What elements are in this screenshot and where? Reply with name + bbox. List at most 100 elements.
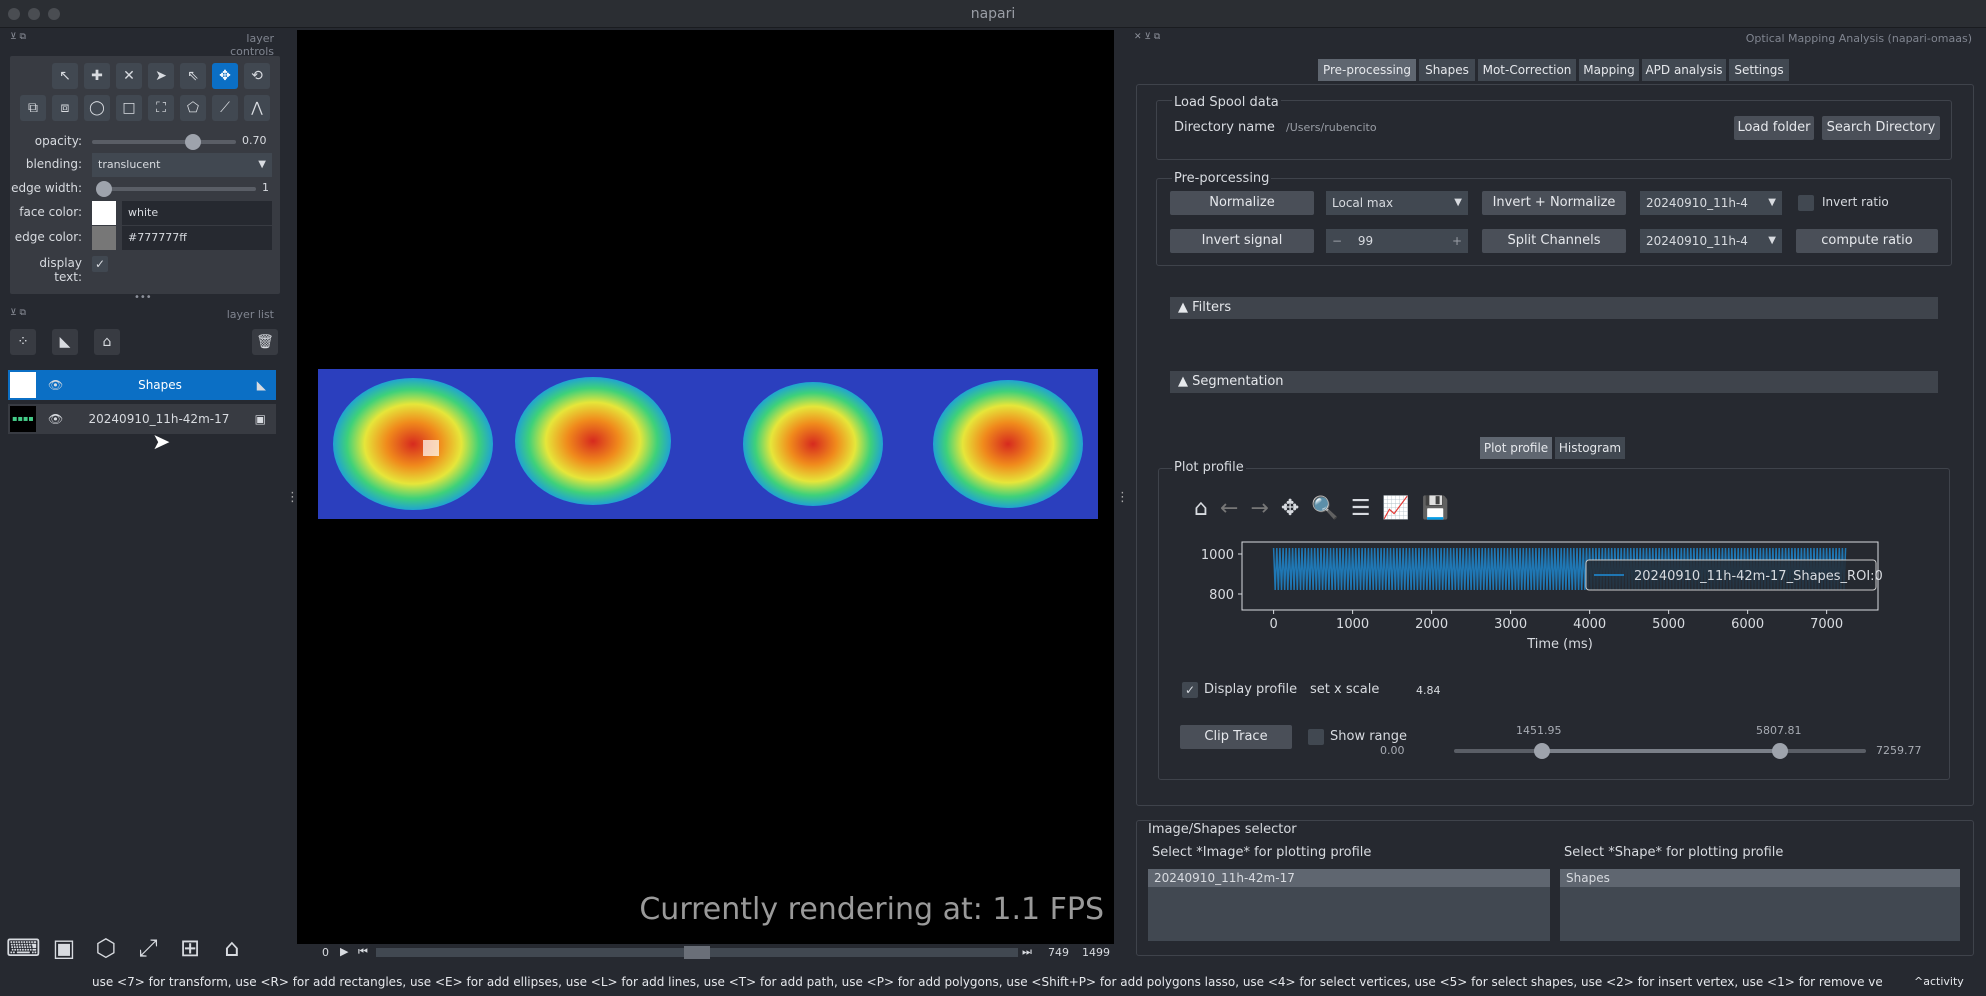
pan-icon[interactable]: ✥: [1281, 496, 1299, 521]
transpose-icon[interactable]: ⤢: [132, 934, 164, 962]
face-color-field[interactable]: white: [122, 201, 272, 225]
layer-row-shapes[interactable]: 👁 Shapes ◣: [8, 370, 276, 400]
image-list-item[interactable]: 20240910_11h-42m-17: [1148, 869, 1550, 887]
range-low-handle[interactable]: [1534, 743, 1550, 759]
move-front-icon[interactable]: ⧈: [52, 95, 78, 121]
display-text-checkbox[interactable]: ✓: [92, 256, 108, 272]
activity-button[interactable]: ^activity: [1914, 975, 1964, 988]
frame-slider-handle[interactable]: [684, 946, 710, 959]
tab-shapes[interactable]: Shapes: [1419, 59, 1475, 81]
search-directory-button[interactable]: Search Directory: [1822, 116, 1940, 140]
profile-chart[interactable]: 0 1000 2000 3000 4000 5000 6000 7000 800 1000 Time…: [1186, 536, 1926, 656]
normalize-button[interactable]: Normalize: [1170, 191, 1314, 215]
add-line-icon[interactable]: ⟋: [212, 95, 238, 121]
load-folder-button[interactable]: Load folder: [1734, 116, 1814, 140]
image-list[interactable]: 20240910_11h-42m-17: [1148, 869, 1550, 941]
opacity-slider-handle[interactable]: [184, 134, 201, 150]
grid-icon[interactable]: ⊞: [174, 934, 206, 962]
chevron-down-icon: ▼: [258, 159, 266, 170]
tab-histogram[interactable]: Histogram: [1555, 437, 1625, 459]
step-forward-icon[interactable]: ⏭: [1022, 945, 1032, 959]
new-labels-layer-icon[interactable]: ⌂: [94, 329, 120, 355]
shape-list-item[interactable]: Shapes: [1560, 869, 1960, 887]
tab-settings[interactable]: Settings: [1729, 59, 1789, 81]
filters-collapsible[interactable]: ▲ Filters: [1170, 297, 1938, 319]
invert-ratio-checkbox[interactable]: [1798, 195, 1814, 211]
clip-trace-button[interactable]: Clip Trace: [1180, 725, 1292, 749]
roll-dims-icon[interactable]: ⬡: [90, 934, 122, 962]
dock-float-icon[interactable]: ⊻ ⧉: [10, 32, 26, 42]
image-select-1[interactable]: 20240910_11h-4 ▼: [1640, 191, 1782, 215]
layer-list-float-icon[interactable]: ⊻ ⧉: [10, 308, 26, 318]
home-icon[interactable]: ⌂: [1194, 496, 1208, 521]
direct-select-icon[interactable]: ⇖: [180, 63, 206, 89]
plugin-dock-icons[interactable]: ✕ ⊻ ⧉: [1134, 32, 1160, 42]
roi-shape[interactable]: [423, 440, 439, 456]
show-range-checkbox[interactable]: [1308, 729, 1324, 745]
add-path-icon[interactable]: ⋀: [244, 95, 270, 121]
plot-tabs: Plot profile Histogram: [1480, 437, 1625, 459]
add-rectangle-icon[interactable]: □: [116, 95, 142, 121]
add-polygon-icon[interactable]: ⬠: [180, 95, 206, 121]
back-arrow-icon[interactable]: ←: [1220, 496, 1238, 521]
compute-ratio-button[interactable]: compute ratio: [1796, 229, 1938, 253]
blending-select[interactable]: translucent ▼: [92, 153, 272, 177]
polygon-lasso-icon[interactable]: ⛶: [148, 95, 174, 121]
insert-vertex-icon[interactable]: ✚: [84, 63, 110, 89]
tab-plot-profile[interactable]: Plot profile: [1480, 437, 1552, 459]
play-icon[interactable]: ▶: [340, 945, 348, 958]
tab-apd-analysis[interactable]: APD analysis: [1642, 59, 1726, 81]
face-color-swatch[interactable]: [92, 201, 116, 225]
display-profile-checkbox[interactable]: ✓: [1182, 682, 1198, 698]
viewer-canvas[interactable]: Currently rendering at: 1.1 FPS: [297, 30, 1114, 944]
2d-3d-toggle-icon[interactable]: ▣: [48, 934, 80, 962]
normalize-method-select[interactable]: Local max ▼: [1326, 191, 1468, 215]
directory-input[interactable]: /Users/rubencito: [1280, 116, 1726, 140]
segmentation-collapsible[interactable]: ▲ Segmentation: [1170, 371, 1938, 393]
splitter-handle[interactable]: •••: [134, 292, 152, 303]
split-channels-button[interactable]: Split Channels: [1482, 229, 1626, 253]
minus-icon[interactable]: −: [1332, 234, 1342, 248]
plus-icon[interactable]: +: [1452, 229, 1462, 253]
x-scale-input[interactable]: 4.84: [1410, 679, 1462, 703]
tab-mot-correction[interactable]: Mot-Correction: [1478, 59, 1576, 81]
range-high-handle[interactable]: [1772, 743, 1788, 759]
eye-icon[interactable]: 👁: [48, 412, 63, 426]
zoom-icon[interactable]: 🔍: [1311, 496, 1338, 521]
edge-color-field[interactable]: #777777ff: [122, 226, 272, 250]
edit-axes-icon[interactable]: 📈: [1382, 496, 1409, 521]
step-back-icon[interactable]: ⏮: [358, 945, 368, 959]
image-select-2[interactable]: 20240910_11h-4 ▼: [1640, 229, 1782, 253]
right-splitter-icon[interactable]: ⋮: [1116, 490, 1129, 505]
forward-arrow-icon[interactable]: →: [1250, 496, 1268, 521]
invert-signal-button[interactable]: Invert signal: [1170, 229, 1314, 253]
spin-box[interactable]: − 99 +: [1326, 229, 1468, 253]
new-points-layer-icon[interactable]: ⁘: [10, 329, 36, 355]
add-points-icon[interactable]: ↖: [52, 63, 78, 89]
tab-mapping[interactable]: Mapping: [1579, 59, 1639, 81]
transform-icon[interactable]: ⟲: [244, 63, 270, 89]
mpl-toolbar: ⌂ ← → ✥ 🔍 ☰ 📈 💾: [1194, 496, 1449, 521]
trash-icon[interactable]: 🗑: [252, 329, 278, 355]
console-icon[interactable]: ⌨: [6, 934, 41, 962]
shape-list[interactable]: Shapes: [1560, 869, 1960, 941]
new-shapes-layer-icon[interactable]: ◣: [52, 329, 78, 355]
edge-width-slider[interactable]: [100, 187, 256, 191]
add-ellipse-icon[interactable]: ◯: [84, 95, 110, 121]
eye-icon[interactable]: 👁: [48, 378, 63, 392]
move-back-icon[interactable]: ⧉: [20, 95, 46, 121]
select-shape-icon[interactable]: ➤: [148, 63, 174, 89]
save-icon[interactable]: 💾: [1422, 496, 1449, 521]
configure-icon[interactable]: ☰: [1351, 496, 1371, 521]
delete-shape-icon[interactable]: ✕: [116, 63, 142, 89]
tab-pre-processing[interactable]: Pre-processing: [1318, 59, 1416, 81]
edge-width-slider-handle[interactable]: [96, 181, 112, 197]
range-max-value: 7259.77: [1876, 744, 1922, 757]
opacity-slider[interactable]: [92, 140, 236, 144]
edge-color-swatch[interactable]: [92, 226, 116, 250]
invert-normalize-button[interactable]: Invert + Normalize: [1482, 191, 1626, 215]
layer-thumbnail: ▪▪▪▪: [10, 406, 36, 432]
pan-zoom-icon[interactable]: ✥: [212, 63, 238, 89]
home-icon[interactable]: ⌂: [216, 934, 248, 962]
layer-row-image[interactable]: ▪▪▪▪ 👁 20240910_11h-42m-17 ▣: [8, 404, 276, 434]
